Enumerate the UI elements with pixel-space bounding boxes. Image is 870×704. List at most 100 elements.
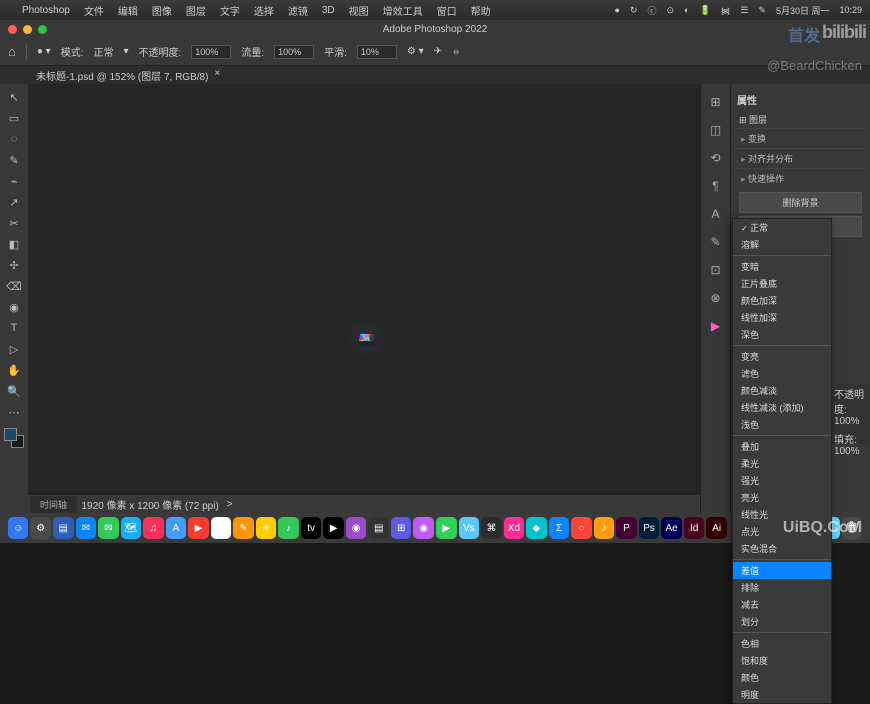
dock-app[interactable]: ◉ <box>346 517 367 539</box>
wifi-icon[interactable]: ᯼ <box>721 4 731 17</box>
dock-app[interactable]: ○ <box>571 517 592 539</box>
menu-filter[interactable]: 滤镜 <box>288 3 308 18</box>
blend-divide[interactable]: 划分 <box>733 613 831 630</box>
lasso-tool[interactable]: ◌ <box>4 130 24 148</box>
menu-select[interactable]: 选择 <box>254 3 274 18</box>
symmetry-icon[interactable]: ⦵ <box>452 46 460 57</box>
menu-plugins[interactable]: 增效工具 <box>383 3 423 18</box>
home-icon[interactable]: ⌂ <box>8 44 16 59</box>
clone-tool[interactable]: ✢ <box>4 256 24 274</box>
blend-difference[interactable]: 差值 <box>733 562 831 579</box>
minimize-window-button[interactable] <box>23 25 32 34</box>
remove-bg-button[interactable]: 删除背景 <box>739 192 862 213</box>
panel-icon[interactable]: ▶ <box>706 316 726 336</box>
canvas[interactable]: BEARD <box>34 90 694 491</box>
battery-icon[interactable]: 🔋 <box>699 5 710 16</box>
healing-tool[interactable]: ✂ <box>4 214 24 232</box>
status-icon[interactable]: ● <box>614 5 619 15</box>
marquee-tool[interactable]: ▭ <box>4 109 24 127</box>
blend-normal[interactable]: 正常 <box>733 219 831 236</box>
dock-app[interactable]: A <box>166 517 187 539</box>
blend-saturation[interactable]: 饱和度 <box>733 652 831 669</box>
dock-app[interactable]: P <box>616 517 637 539</box>
dock-app[interactable]: ▶ <box>188 517 209 539</box>
dock-app[interactable]: ▶ <box>323 517 344 539</box>
dock-app[interactable]: Ai <box>706 517 727 539</box>
eraser-tool[interactable]: ⌫ <box>4 277 24 295</box>
dock-app[interactable]: tv <box>301 517 322 539</box>
menubar-time[interactable]: 10:29 <box>839 5 862 15</box>
panel-icon[interactable]: ◫ <box>706 120 726 140</box>
blend-lighten[interactable]: 变亮 <box>733 348 831 365</box>
brush-tool[interactable]: ✎ <box>4 151 24 169</box>
gradient-tool[interactable]: ◧ <box>4 235 24 253</box>
menu-edit[interactable]: 编辑 <box>118 3 138 18</box>
blend-darken[interactable]: 变暗 <box>733 258 831 275</box>
more-tools[interactable]: ⋯ <box>4 403 24 421</box>
dock-app[interactable]: ⌘ <box>481 517 502 539</box>
menubar-date[interactable]: 5月30日 周一 <box>776 4 830 17</box>
dock-app[interactable]: Ps <box>639 517 660 539</box>
blend-hard-light[interactable]: 强光 <box>733 472 831 489</box>
section-transform[interactable]: 变换 <box>735 128 866 148</box>
mode-select[interactable]: 正常 <box>93 44 113 59</box>
gear-icon[interactable]: ⚙ ▾ <box>407 46 424 57</box>
dock-app[interactable]: ✉ <box>98 517 119 539</box>
dock-app[interactable]: 🗺 <box>121 517 142 539</box>
dock-app[interactable]: Id <box>684 517 705 539</box>
blend-dissolve[interactable]: 溶解 <box>733 236 831 253</box>
path-tool[interactable]: ▷ <box>4 340 24 358</box>
control-center-icon[interactable]: ☰ <box>740 5 748 16</box>
blend-darker-color[interactable]: 深色 <box>733 326 831 343</box>
layer-opacity-value[interactable]: 100% <box>834 416 860 427</box>
type-tool[interactable]: T <box>4 319 24 337</box>
close-window-button[interactable] <box>8 25 17 34</box>
chevron-right-icon[interactable]: > <box>227 499 233 510</box>
status-icon[interactable]: ◐ <box>684 5 689 15</box>
dodge-tool[interactable]: ◉ <box>4 298 24 316</box>
move-tool[interactable]: ↖ <box>4 88 24 106</box>
dock-app[interactable]: ☀ <box>256 517 277 539</box>
fg-color[interactable] <box>4 428 17 441</box>
blend-soft-light[interactable]: 柔光 <box>733 455 831 472</box>
dock-app[interactable]: Σ <box>549 517 570 539</box>
status-icon[interactable]: ⊙ <box>666 5 674 16</box>
dock-app[interactable]: ⊞ <box>391 517 412 539</box>
color-swatch[interactable] <box>4 428 24 448</box>
dock-app[interactable]: ☺ <box>8 517 29 539</box>
blend-color-burn[interactable]: 颜色加深 <box>733 292 831 309</box>
menu-type[interactable]: 文字 <box>220 3 240 18</box>
hand-tool[interactable]: ✋ <box>4 361 24 379</box>
dock-app[interactable]: ▶ <box>436 517 457 539</box>
menu-view[interactable]: 视图 <box>349 3 369 18</box>
history-icon[interactable]: ⟲ <box>706 148 726 168</box>
blend-vivid-light[interactable]: 亮光 <box>733 489 831 506</box>
menu-window[interactable]: 窗口 <box>437 3 457 18</box>
smooth-input[interactable] <box>357 45 397 59</box>
dock-app[interactable]: ▤ <box>53 517 74 539</box>
blend-color[interactable]: 颜色 <box>733 669 831 686</box>
menu-3d[interactable]: 3D <box>322 5 335 16</box>
dock-app[interactable]: ✉ <box>76 517 97 539</box>
opacity-input[interactable] <box>191 45 231 59</box>
dock-app[interactable]: ✎ <box>233 517 254 539</box>
blend-multiply[interactable]: 正片叠底 <box>733 275 831 292</box>
app-menu[interactable]: Photoshop <box>22 5 70 16</box>
panel-icon[interactable]: ⊡ <box>706 260 726 280</box>
eyedropper-tool[interactable]: ↗ <box>4 193 24 211</box>
menu-help[interactable]: 帮助 <box>471 3 491 18</box>
dock-app[interactable]: 30 <box>211 517 232 539</box>
dock-app[interactable]: ◆ <box>526 517 547 539</box>
zoom-tool[interactable]: 🔍 <box>4 382 24 400</box>
menu-image[interactable]: 图像 <box>152 3 172 18</box>
status-icon[interactable]: ✎ <box>758 5 766 16</box>
dock-app[interactable]: ♪ <box>278 517 299 539</box>
menu-layer[interactable]: 图层 <box>186 3 206 18</box>
blend-screen[interactable]: 滤色 <box>733 365 831 382</box>
panel-icon[interactable]: ⊞ <box>706 92 726 112</box>
dock-app[interactable]: Ae <box>661 517 682 539</box>
status-icon[interactable]: ↻ <box>630 5 638 16</box>
blend-subtract[interactable]: 减去 <box>733 596 831 613</box>
blend-hue[interactable]: 色相 <box>733 635 831 652</box>
paragraph-icon[interactable]: ¶ <box>706 176 726 196</box>
